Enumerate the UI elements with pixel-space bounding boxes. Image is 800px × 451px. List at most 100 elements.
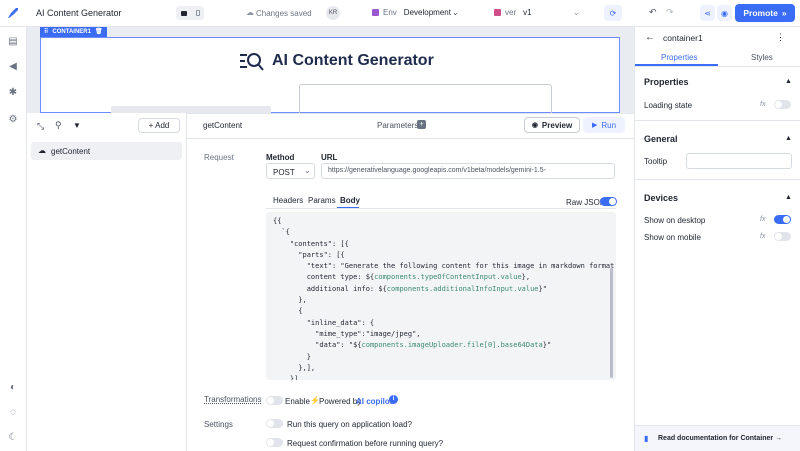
collapse-triangle-icon[interactable]: ▲ <box>785 135 792 142</box>
tab-properties[interactable]: Properties <box>661 53 697 62</box>
code-line: content type: ${components.typeOfContent… <box>273 273 531 282</box>
fx-icon[interactable]: fx <box>760 233 765 240</box>
url-label: URL <box>321 153 338 162</box>
show-desktop-toggle[interactable] <box>774 215 791 224</box>
method-label: Method <box>266 153 295 162</box>
drag-handle-icon[interactable]: ⠿ <box>44 27 48 37</box>
confirm-toggle[interactable] <box>266 438 283 447</box>
code-line: }], <box>273 375 303 380</box>
code-line: "inline_data": { <box>273 318 375 327</box>
avatar[interactable]: KR <box>326 6 340 20</box>
add-parameter-button[interactable]: + <box>417 120 426 129</box>
environment-selector[interactable]: Env Development <box>372 8 451 17</box>
body-code-editor[interactable]: {{ `{ "contents": [{ "parts": [{ "text":… <box>266 212 616 380</box>
tab-params[interactable]: Params <box>308 196 336 205</box>
version-chevron-down-icon[interactable]: ⌄ <box>573 8 580 17</box>
inspector-tabs-divider <box>635 66 800 67</box>
section-divider <box>635 120 800 121</box>
ai-copilot-link[interactable]: AI copilot <box>356 397 392 406</box>
layout-toggle[interactable] <box>176 6 204 20</box>
container1-widget[interactable]: AI Content Generator <box>40 37 620 114</box>
code-line: }, <box>273 296 307 305</box>
preview-button[interactable]: ◉ Preview <box>524 117 580 133</box>
env-chevron-down-icon[interactable]: ⌄ <box>452 8 459 17</box>
method-select[interactable]: POST ⌄ <box>266 163 315 179</box>
save-status: Changes saved <box>256 9 312 18</box>
code-line: },], <box>273 363 316 372</box>
query-list-item[interactable]: ☁ getContent <box>31 142 182 160</box>
collapse-icon[interactable]: ⤡ <box>37 121 44 132</box>
editor-scrollbar[interactable] <box>610 268 613 378</box>
version-label: ver <box>505 8 517 17</box>
code-lines: {{ `{ "contents": [{ "parts": [{ "text":… <box>273 216 616 380</box>
tooltip-input[interactable] <box>686 153 792 169</box>
url-value: https://generativelanguage.googleapis.co… <box>328 167 546 174</box>
fx-icon[interactable]: fx <box>760 216 765 223</box>
version-selector[interactable]: ver v1 <box>494 8 532 17</box>
show-mobile-toggle[interactable] <box>774 232 791 241</box>
collapse-triangle-icon[interactable]: ▲ <box>785 78 792 85</box>
fx-icon[interactable]: fx <box>760 101 765 108</box>
eye-icon: ◉ <box>531 122 538 129</box>
tab-headers[interactable]: Headers <box>273 196 303 205</box>
undo-icon[interactable]: ↶ <box>649 7 657 18</box>
delete-icon[interactable]: 🗑 <box>95 27 103 37</box>
promote-label: Promote <box>743 8 778 18</box>
share-button[interactable]: ⋖ <box>700 5 715 21</box>
run-on-load-toggle[interactable] <box>266 419 283 428</box>
raw-json-toggle[interactable] <box>600 197 617 206</box>
loading-state-label: Loading state <box>644 101 693 110</box>
support-icon[interactable]: ◐ <box>7 382 19 394</box>
components-icon[interactable]: ◀ <box>7 61 19 73</box>
more-options-icon[interactable]: ⋮ <box>776 32 785 43</box>
show-desktop-label: Show on desktop <box>644 216 706 225</box>
run-on-load-label: Run this query on application load? <box>287 420 412 429</box>
component-name[interactable]: container1 <box>663 33 703 43</box>
redo-icon[interactable]: ↷ <box>666 7 674 18</box>
tooltip-label: Tooltip <box>644 157 668 166</box>
container-label[interactable]: ⠿ CONTAINER1 🗑 <box>40 27 107 37</box>
transformations-toggle[interactable] <box>266 396 283 405</box>
chat-icon[interactable]: ◌ <box>7 407 19 419</box>
promote-button[interactable]: Promote » <box>735 4 795 22</box>
refresh-button[interactable]: ⟳ <box>604 5 622 21</box>
collapse-triangle-icon[interactable]: ▲ <box>785 194 792 201</box>
pages-icon[interactable]: ▤ <box>7 36 19 48</box>
content-search-icon <box>239 51 265 73</box>
debugger-icon[interactable]: ✱ <box>7 87 19 99</box>
add-query-button[interactable]: + Add <box>138 118 180 133</box>
search-icon[interactable]: ⚲ <box>55 120 62 131</box>
image-uploader-widget[interactable] <box>299 84 552 114</box>
run-button[interactable]: ▶ Run <box>583 117 625 133</box>
filter-icon[interactable]: ▼ <box>73 121 81 130</box>
url-input[interactable]: https://generativelanguage.googleapis.co… <box>321 163 615 179</box>
code-line: additional info: ${components.additional… <box>273 284 547 293</box>
preview-app-button[interactable]: ◉ <box>717 5 732 21</box>
loading-state-toggle[interactable] <box>774 100 791 109</box>
general-section-header[interactable]: General <box>644 134 678 144</box>
tab-body[interactable]: Body <box>340 196 360 205</box>
back-arrow-icon[interactable]: ← <box>645 32 655 43</box>
left-rail: ▤ ◀ ✱ ⚙ ◐ ◌ ☾ <box>0 27 27 451</box>
app-title[interactable]: AI Content Generator <box>36 8 122 18</box>
settings-icon[interactable]: ⚙ <box>7 114 19 126</box>
method-value: POST <box>273 168 295 177</box>
code-line: "contents": [{ <box>273 239 349 248</box>
cloud-icon: ☁ <box>38 146 46 155</box>
double-chevron-right-icon: » <box>781 8 787 18</box>
run-label: Run <box>601 120 617 130</box>
app-logo-icon[interactable] <box>5 5 21 21</box>
tab-styles[interactable]: Styles <box>751 53 773 62</box>
dark-mode-icon[interactable]: ☾ <box>7 432 19 444</box>
eye-icon: ◉ <box>721 8 728 18</box>
editor-header-divider <box>187 138 634 139</box>
docs-link[interactable]: Read documentation for Container → <box>658 435 782 442</box>
properties-section-header[interactable]: Properties <box>644 77 689 87</box>
desktop-icon[interactable] <box>180 10 187 16</box>
info-icon[interactable]: i <box>389 395 398 404</box>
query-name[interactable]: getContent <box>203 121 242 130</box>
version-icon <box>494 9 501 16</box>
mobile-icon[interactable] <box>195 10 200 16</box>
inspector-panel: ← container1 ⋮ Properties Styles Propert… <box>634 27 800 451</box>
devices-section-header[interactable]: Devices <box>644 193 678 203</box>
